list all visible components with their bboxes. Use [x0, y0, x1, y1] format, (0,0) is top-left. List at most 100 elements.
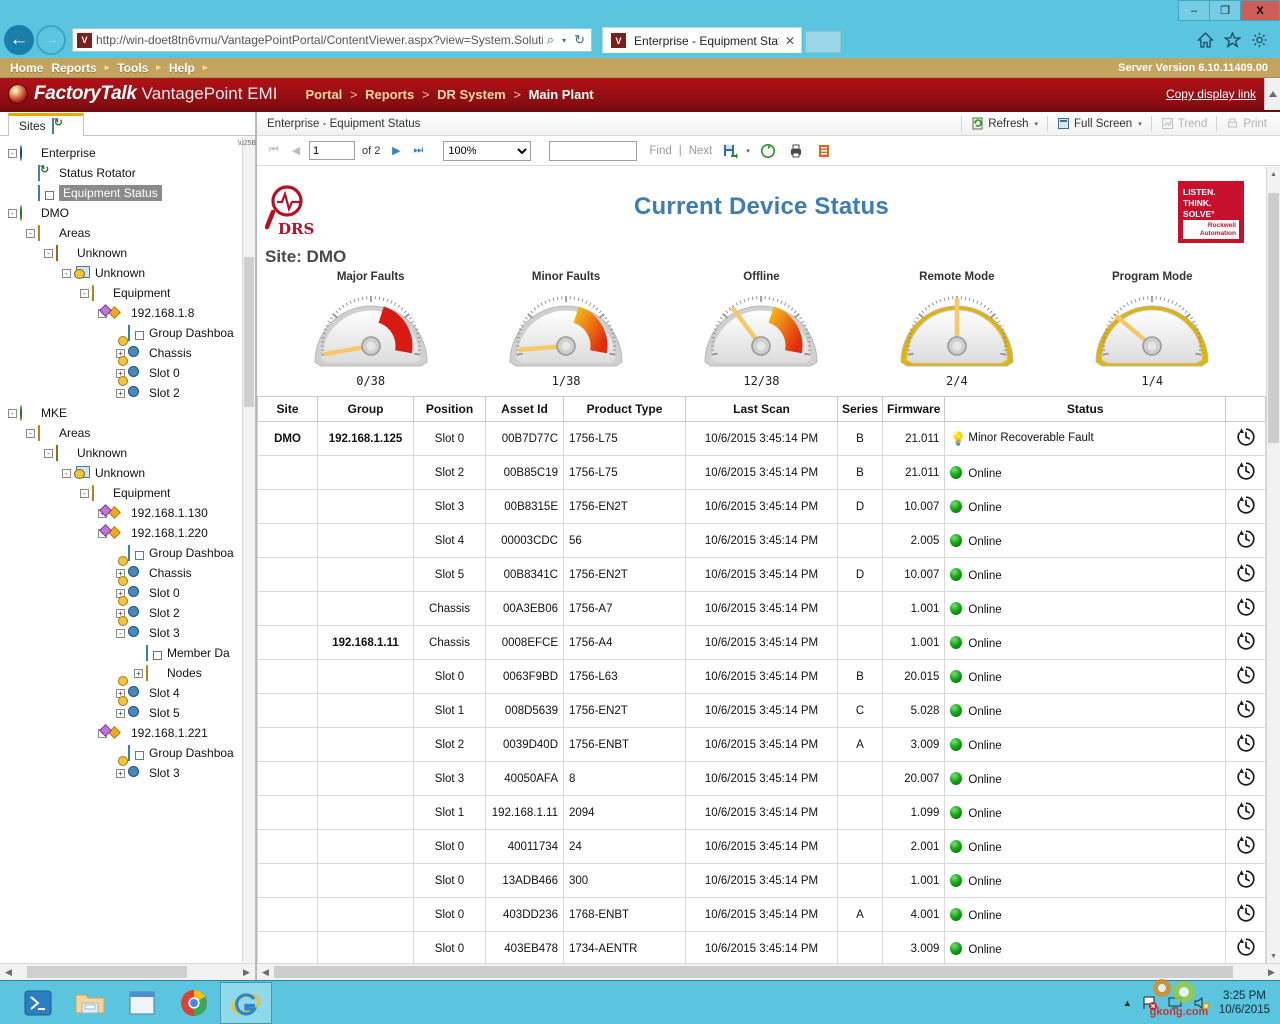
tree-item-dmo[interactable]: -DMO [0, 203, 242, 223]
history-icon[interactable] [1235, 834, 1257, 856]
tree-item-unknown[interactable]: -Unknown [0, 463, 242, 483]
menu-item-tools[interactable]: Tools [117, 61, 148, 75]
collapse-toggle-icon[interactable]: - [44, 249, 53, 258]
scrollbar-thumb[interactable] [244, 257, 254, 407]
table-row[interactable]: 192.168.1.11Chassis0008EFCE1756-A410/6/2… [258, 626, 1266, 660]
forward-button[interactable]: → [36, 25, 66, 55]
tree-item-member-da[interactable]: Member Da [0, 643, 242, 663]
tree-item-slot-5[interactable]: +Slot 5 [0, 703, 242, 723]
table-row[interactable]: Slot 400003CDC5610/6/2015 3:45:14 PM2.00… [258, 524, 1266, 558]
tree-item-unknown[interactable]: -Unknown [0, 443, 242, 463]
tree-item-unknown[interactable]: -Unknown [0, 263, 242, 283]
history-icon[interactable] [1235, 460, 1257, 482]
expand-toggle-icon[interactable]: + [116, 769, 125, 778]
history-icon[interactable] [1235, 936, 1257, 958]
scroll-up-icon[interactable]: ▲ [1267, 167, 1280, 181]
table-row[interactable]: Slot 1008D56391756-EN2T10/6/2015 3:45:14… [258, 694, 1266, 728]
last-page-button[interactable]: ⏭ [409, 144, 427, 157]
scroll-right-icon[interactable]: ▶ [238, 964, 255, 980]
collapse-toggle-icon[interactable]: - [8, 409, 17, 418]
history-icon[interactable] [1235, 698, 1257, 720]
collapse-toggle-icon[interactable]: - [44, 449, 53, 458]
cell-history-action[interactable] [1226, 864, 1266, 898]
star-icon[interactable] [1224, 32, 1241, 48]
page-scroll-up-button[interactable] [1264, 78, 1280, 110]
expand-toggle-icon[interactable]: + [134, 669, 143, 678]
page-number-input[interactable] [309, 141, 355, 160]
scroll-left-icon[interactable]: ◀ [257, 964, 274, 980]
taskbar-chrome[interactable] [168, 982, 220, 1024]
table-row[interactable]: DMO192.168.1.125Slot 000B7D77C1756-L7510… [258, 422, 1266, 456]
history-icon[interactable] [1235, 528, 1257, 550]
scrollbar-track[interactable] [274, 964, 1263, 980]
tree-item-slot-3[interactable]: -Slot 3 [0, 623, 242, 643]
search-icon[interactable]: ⌕ [543, 32, 558, 48]
chevron-down-icon[interactable]: ▾ [1138, 120, 1142, 128]
cell-history-action[interactable] [1226, 728, 1266, 762]
home-icon[interactable] [1197, 32, 1214, 48]
scrollbar-thumb[interactable] [1268, 193, 1279, 443]
cell-history-action[interactable] [1226, 660, 1266, 694]
collapse-toggle-icon[interactable]: - [80, 489, 89, 498]
history-icon[interactable] [1235, 562, 1257, 584]
collapse-toggle-icon[interactable]: - [26, 429, 35, 438]
tree-item-areas[interactable]: -Areas [0, 423, 242, 443]
zoom-select[interactable]: 25%50%75%100%200%Page WidthWhole Page [443, 141, 531, 161]
cell-history-action[interactable] [1226, 762, 1266, 796]
tree-item-slot-2[interactable]: +Slot 2 [0, 383, 242, 403]
close-button[interactable]: X [1240, 0, 1280, 21]
breadcrumb-portal[interactable]: Portal [305, 87, 342, 102]
cell-history-action[interactable] [1226, 830, 1266, 864]
chevron-down-icon[interactable]: ▾ [1035, 120, 1039, 128]
menu-item-home[interactable]: Home [10, 61, 43, 75]
taskbar-powershell[interactable] [12, 982, 64, 1024]
address-bar[interactable]: V http://win-doet8tn6vmu/VantagePointPor… [72, 28, 592, 52]
scroll-right-icon[interactable]: ▶ [1263, 964, 1280, 980]
chevron-down-icon[interactable]: ▾ [558, 36, 570, 45]
table-row[interactable]: Slot 00063F9BD1756-L6310/6/2015 3:45:14 … [258, 660, 1266, 694]
tree-item-mke[interactable]: -MKE [0, 403, 242, 423]
network-icon[interactable] [1167, 995, 1184, 1011]
expand-toggle-icon[interactable]: + [116, 389, 125, 398]
taskbar-window[interactable] [116, 982, 168, 1024]
find-button[interactable]: Find [649, 145, 671, 157]
scroll-down-icon[interactable]: ▼ [1267, 949, 1280, 963]
rss-feed-icon[interactable] [814, 141, 834, 161]
collapse-toggle-icon[interactable]: - [80, 289, 89, 298]
scrollbar-track[interactable] [17, 964, 238, 980]
maximize-button[interactable]: ❐ [1209, 0, 1241, 21]
next-page-button[interactable]: ▶ [387, 144, 405, 157]
taskbar-internet-explorer[interactable] [220, 982, 272, 1024]
cell-history-action[interactable] [1226, 932, 1266, 964]
table-row[interactable]: Slot 200B85C191756-L7510/6/2015 3:45:14 … [258, 456, 1266, 490]
menu-item-reports[interactable]: Reports [51, 61, 96, 75]
table-row[interactable]: Slot 0403DD2361768-ENBT10/6/2015 3:45:14… [258, 898, 1266, 932]
minimize-button[interactable]: – [1178, 0, 1210, 21]
history-icon[interactable] [1235, 732, 1257, 754]
show-hidden-icons-button[interactable]: ▲ [1123, 998, 1132, 1008]
history-icon[interactable] [1235, 596, 1257, 618]
cell-history-action[interactable] [1226, 456, 1266, 490]
reload-icon[interactable]: ↻ [570, 32, 589, 48]
export-icon[interactable] [720, 141, 740, 161]
tree-item-slot-3[interactable]: +Slot 3 [0, 763, 242, 783]
table-row[interactable]: Slot 1192.168.1.11209410/6/2015 3:45:14 … [258, 796, 1266, 830]
report-vertical-scrollbar[interactable]: ▲ ▼ [1266, 167, 1280, 963]
table-row[interactable]: Slot 0400117342410/6/2015 3:45:14 PM2.00… [258, 830, 1266, 864]
collapse-toggle-icon[interactable]: - [116, 629, 125, 638]
table-row[interactable]: Slot 300B8315E1756-EN2T10/6/2015 3:45:14… [258, 490, 1266, 524]
collapse-toggle-icon[interactable]: - [26, 229, 35, 238]
copy-display-link[interactable]: Copy display link [1166, 87, 1256, 101]
menu-item-help[interactable]: Help [169, 61, 195, 75]
collapse-toggle-icon[interactable]: - [62, 469, 71, 478]
cell-history-action[interactable] [1226, 592, 1266, 626]
breadcrumb-reports[interactable]: Reports [365, 87, 414, 102]
cell-history-action[interactable] [1226, 524, 1266, 558]
table-row[interactable]: Slot 0403EB4781734-AENTR10/6/2015 3:45:1… [258, 932, 1266, 964]
tree-item-192-168-1-220[interactable]: -192.168.1.220 [0, 523, 242, 543]
cell-history-action[interactable] [1226, 490, 1266, 524]
cell-history-action[interactable] [1226, 898, 1266, 932]
collapse-toggle-icon[interactable]: - [8, 209, 17, 218]
history-icon[interactable] [1235, 426, 1257, 448]
expand-toggle-icon[interactable]: + [116, 709, 125, 718]
